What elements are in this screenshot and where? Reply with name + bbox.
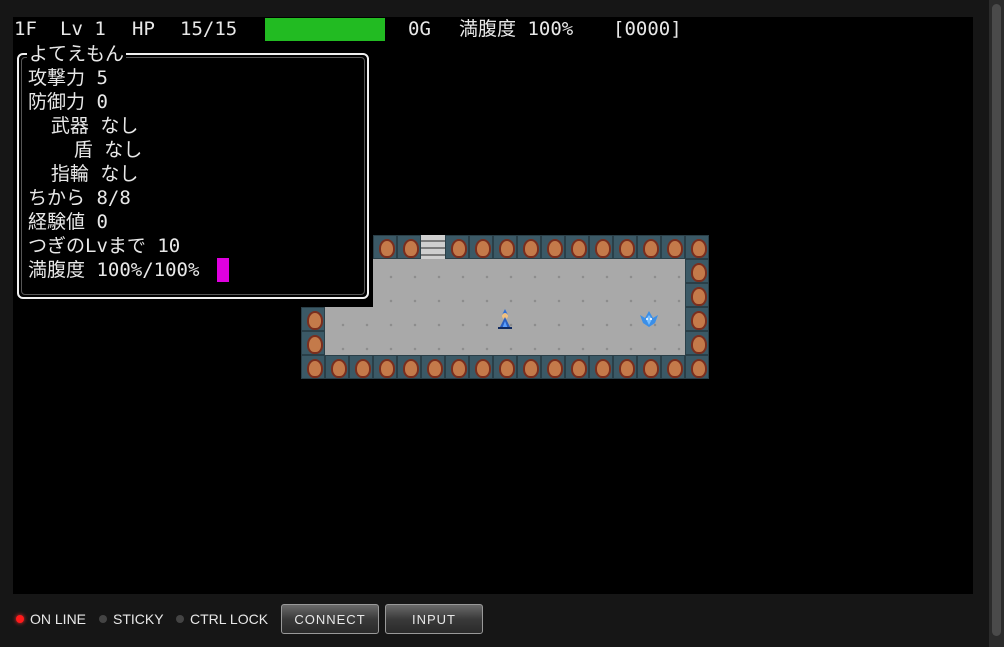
wall-tile: [541, 355, 565, 379]
stat-attack: 攻撃力 5: [28, 67, 108, 89]
stat-next-level: つぎのLvまで 10: [28, 235, 181, 257]
stat-fullness: 満腹度 100%/100%: [28, 259, 200, 281]
wall-tile: [301, 307, 325, 331]
stat-experience: 経験値 0: [28, 211, 108, 233]
wall-tile: [685, 235, 709, 259]
online-led-icon: [16, 615, 24, 623]
character-name: よてえもん: [27, 42, 127, 66]
stat-defense: 防御力 0: [28, 91, 108, 113]
wall-tile: [445, 235, 469, 259]
ctrl-lock-label: CTRL LOCK: [190, 611, 269, 627]
wall-tile: [589, 235, 613, 259]
connect-button[interactable]: CONNECT: [281, 604, 379, 634]
hero-icon: [498, 309, 512, 329]
wall-tile: [685, 355, 709, 379]
gold-counter: 0G: [408, 18, 431, 40]
floor-upper: [373, 259, 685, 307]
wall-tile: [469, 355, 493, 379]
wall-tile: [685, 307, 709, 331]
sticky-toggle[interactable]: STICKY: [99, 611, 164, 627]
scrollbar[interactable]: [989, 0, 1004, 647]
wall-tile: [301, 355, 325, 379]
wall-tile: [685, 283, 709, 307]
wall-bottom: [301, 355, 709, 379]
stairs-icon: [421, 235, 445, 259]
wall-tile: [469, 235, 493, 259]
wall-tile: [373, 235, 397, 259]
wall-tile: [445, 355, 469, 379]
wall-tile: [325, 355, 349, 379]
stat-strength: ちから 8/8: [28, 187, 131, 209]
wall-left: [301, 307, 325, 355]
wall-tile: [517, 235, 541, 259]
wall-tile: [685, 259, 709, 283]
scrollbar-thumb[interactable]: [992, 4, 1001, 636]
floor-indicator: 1F: [14, 18, 37, 40]
equip-weapon: 武器 なし: [28, 115, 139, 137]
wall-tile: [637, 235, 661, 259]
hp-value: 15/15: [180, 18, 238, 40]
equip-shield: 盾 なし: [28, 139, 143, 161]
wall-tile: [613, 355, 637, 379]
wall-tile: [565, 355, 589, 379]
fullness-indicator: 満腹度 100%: [459, 18, 574, 40]
wall-tile: [613, 235, 637, 259]
sticky-led-icon: [99, 615, 107, 623]
wall-tile: [421, 355, 445, 379]
hp-label: HP: [132, 18, 155, 40]
wall-tile: [637, 355, 661, 379]
wall-tile: [565, 235, 589, 259]
online-indicator: ON LINE: [16, 611, 87, 627]
hp-bar: [265, 18, 385, 41]
ctrl-lock-led-icon: [176, 615, 184, 623]
input-button[interactable]: INPUT: [385, 604, 483, 634]
wall-tile: [541, 235, 565, 259]
wall-tile: [685, 331, 709, 355]
turn-counter: [0000]: [613, 18, 682, 40]
wall-tile: [397, 355, 421, 379]
wall-tile: [661, 355, 685, 379]
wall-right: [685, 259, 709, 355]
online-label: ON LINE: [30, 611, 87, 627]
wall-tile: [301, 331, 325, 355]
sticky-label: STICKY: [113, 611, 164, 627]
wall-tile: [493, 355, 517, 379]
wall-tile: [373, 355, 397, 379]
wall-tile: [349, 355, 373, 379]
equip-ring: 指輪 なし: [28, 163, 139, 185]
level-indicator: Lv 1: [60, 18, 106, 40]
wall-tile: [397, 235, 421, 259]
wall-tile: [517, 355, 541, 379]
monster-icon: [640, 311, 658, 327]
wall-tile: [589, 355, 613, 379]
ctrl-lock-toggle[interactable]: CTRL LOCK: [176, 611, 269, 627]
wall-tile: [661, 235, 685, 259]
text-cursor: [217, 258, 229, 282]
terminal-screen[interactable]: 1F Lv 1 HP 15/15 0G 満腹度 100% [0000] よてえも…: [13, 17, 973, 594]
wall-tile: [493, 235, 517, 259]
